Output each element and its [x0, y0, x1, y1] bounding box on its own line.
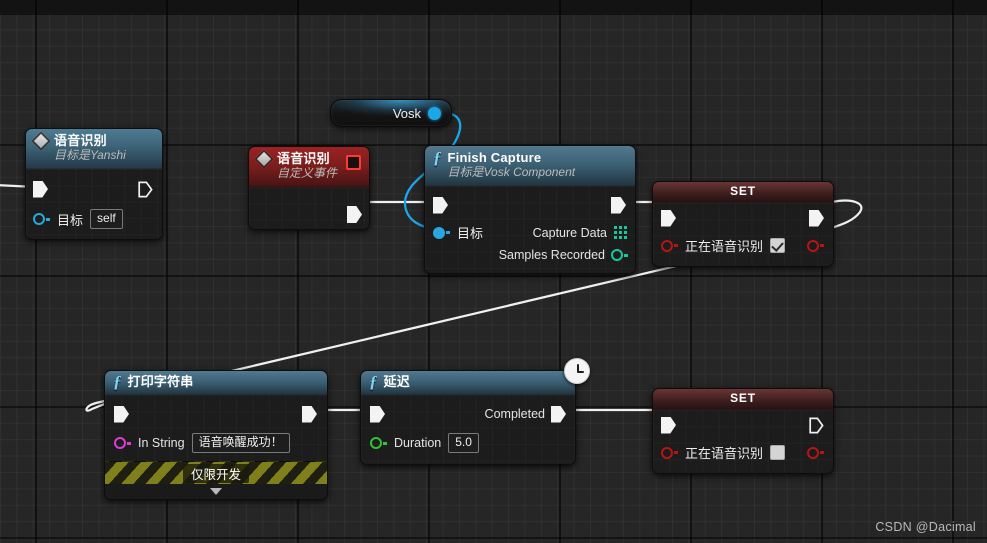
exec-output-pin[interactable]: [347, 206, 362, 223]
function-f-icon: ƒ: [369, 372, 378, 391]
node-title: 打印字符串: [127, 374, 194, 389]
node-header: SET: [653, 182, 833, 203]
samples-recorded-pin[interactable]: [611, 249, 628, 261]
duration-value[interactable]: 5.0: [448, 433, 479, 453]
node-title: 延迟: [383, 374, 410, 389]
variable-output-pin[interactable]: [428, 106, 441, 120]
chevron-down-icon: [210, 488, 222, 495]
node-body: 正在语音识别: [653, 203, 833, 266]
in-string-pin[interactable]: [114, 437, 131, 449]
target-pin[interactable]: [33, 213, 50, 225]
node-subtitle: 目标是Vosk Component: [447, 165, 576, 179]
function-f-icon: ƒ: [113, 372, 122, 391]
function-f-icon: ƒ: [433, 148, 442, 167]
exec-output-pin[interactable]: [809, 209, 824, 227]
target-value[interactable]: self: [90, 209, 123, 229]
bool-output-pin[interactable]: [807, 446, 824, 459]
exec-output-pin[interactable]: [138, 181, 153, 198]
pin-label-in-string: In String: [138, 436, 185, 450]
node-subtitle: 自定义事件: [277, 166, 338, 180]
node-header: 语音识别 自定义事件: [249, 147, 369, 187]
node-set-is-recognizing-false[interactable]: SET 正在语音识别: [652, 388, 834, 474]
bool-output-pin[interactable]: [807, 239, 824, 252]
capture-data-array-pin[interactable]: [614, 226, 627, 239]
stop-icon[interactable]: [346, 155, 361, 170]
node-body: 目标 Capture Data Samples Recorded: [425, 186, 635, 273]
pin-label-completed: Completed: [484, 407, 545, 421]
node-body: Completed Duration 5.0: [361, 395, 575, 464]
pin-label-duration: Duration: [394, 436, 442, 450]
node-expander-toggle[interactable]: [105, 484, 327, 499]
node-body: 正在语音识别: [653, 410, 833, 473]
node-title: 语音识别: [277, 151, 330, 166]
grid-major-line: [952, 0, 954, 543]
node-variable-vosk[interactable]: Vosk: [330, 99, 452, 127]
node-header: ƒ Finish Capture 目标是Vosk Component: [425, 146, 635, 186]
node-set-is-recognizing-true[interactable]: SET 正在语音识别: [652, 181, 834, 267]
node-speech-recognition-event[interactable]: 语音识别 目标是Yanshi 目标 self: [25, 128, 163, 240]
grid-major-line: [0, 537, 987, 539]
grid-major-line: [0, 275, 987, 277]
exec-output-pin[interactable]: [809, 417, 824, 434]
development-only-banner: 仅限开发: [105, 461, 327, 484]
node-title: SET: [730, 391, 756, 405]
node-print-string[interactable]: ƒ 打印字符串 In String 语音唤醒成功！ 仅限开发: [104, 370, 328, 500]
exec-output-pin[interactable]: [302, 405, 317, 423]
target-input-pin[interactable]: [433, 226, 450, 239]
property-label: 正在语音识别: [685, 446, 764, 461]
event-diamond-icon: [31, 131, 51, 151]
in-string-value[interactable]: 语音唤醒成功！: [191, 433, 290, 453]
node-subtitle: 目标是Yanshi: [54, 148, 126, 162]
pin-label-target: 目标: [457, 226, 484, 241]
node-title: SET: [730, 184, 756, 198]
exec-input-pin[interactable]: [433, 196, 448, 214]
exec-input-pin[interactable]: [661, 209, 676, 227]
exec-input-pin[interactable]: [370, 405, 385, 423]
node-body: In String 语音唤醒成功！: [105, 395, 327, 461]
pin-label-target: 目标: [57, 212, 84, 228]
node-body: 目标 self: [26, 169, 162, 239]
node-title: 语音识别: [54, 133, 107, 148]
clock-icon: [564, 358, 590, 384]
bool-input-pin[interactable]: [661, 239, 678, 252]
exec-output-pin[interactable]: [611, 196, 626, 214]
watermark: CSDN @Dacimal: [875, 520, 976, 534]
pin-label-capture-data: Capture Data: [532, 225, 607, 240]
grid-major-line: [0, 13, 987, 15]
node-finish-capture[interactable]: ƒ Finish Capture 目标是Vosk Component 目标 Ca…: [424, 145, 636, 274]
node-header: SET: [653, 389, 833, 410]
node-title: Finish Capture: [447, 150, 542, 165]
exec-input-pin[interactable]: [33, 180, 48, 198]
node-header: 语音识别 目标是Yanshi: [26, 129, 162, 169]
property-label: 正在语音识别: [685, 239, 764, 254]
bool-input-pin[interactable]: [661, 446, 678, 459]
node-header: ƒ 打印字符串: [105, 371, 327, 395]
node-delay[interactable]: ƒ 延迟 Completed Duration 5.0: [360, 370, 576, 465]
bool-checkbox[interactable]: [770, 445, 786, 460]
bool-checkbox[interactable]: [770, 238, 786, 253]
graph-top-edge: [0, 0, 987, 13]
grid-major-line: [35, 0, 37, 543]
exec-input-pin[interactable]: [114, 405, 129, 423]
exec-input-pin[interactable]: [661, 416, 676, 434]
node-header: ƒ 延迟: [361, 371, 575, 395]
node-custom-event-speech[interactable]: 语音识别 自定义事件: [248, 146, 370, 230]
duration-pin[interactable]: [370, 437, 387, 449]
development-only-label: 仅限开发: [182, 463, 249, 483]
variable-label: Vosk: [392, 105, 421, 121]
exec-output-pin-completed[interactable]: [551, 405, 566, 423]
node-body: [249, 187, 369, 229]
custom-event-icon: [254, 149, 274, 169]
blueprint-graph-canvas[interactable]: 语音识别 目标是Yanshi 目标 self 语音识别 自定义事件 Vosk ƒ…: [0, 0, 987, 543]
pin-label-samples-recorded: Samples Recorded: [498, 248, 605, 262]
